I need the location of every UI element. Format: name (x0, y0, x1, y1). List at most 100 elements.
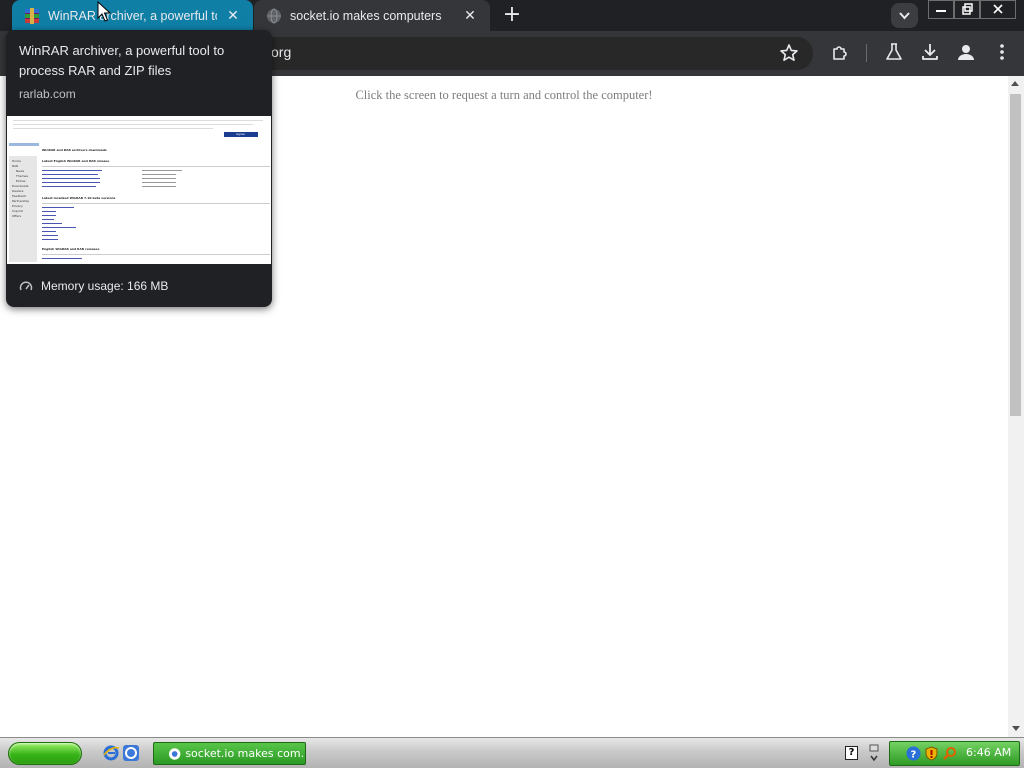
extensions-icon[interactable] (829, 41, 851, 63)
preview-line (142, 170, 182, 171)
preview-line (42, 174, 98, 175)
preview-nav-item: Extras (16, 179, 26, 183)
preview-nav-item: Imprint (12, 209, 23, 213)
preview-line (13, 120, 263, 121)
preview-line (42, 231, 56, 232)
profile-icon[interactable] (955, 41, 977, 63)
preview-line (42, 235, 58, 236)
preview-line (142, 186, 176, 187)
search-icon[interactable] (942, 746, 957, 761)
labs-flask-icon[interactable] (883, 41, 905, 63)
clock: 6:46 AM (966, 746, 1012, 759)
address-text: org (271, 44, 292, 60)
close-window-button[interactable] (980, 0, 1016, 19)
tab-winrar[interactable]: WinRAR archiver, a powerful tool to proc… (12, 0, 253, 31)
preview-line (42, 186, 96, 187)
preview-nav-item: Home (12, 159, 21, 163)
preview-line (42, 219, 54, 220)
hover-card-preview: Agree WinRAR and RAR archivers downloads… (7, 116, 271, 264)
preview-nav: Home RAR News Themes Extras Downloads De… (9, 156, 37, 262)
preview-nav-item: News (16, 169, 25, 173)
preview-line (142, 174, 176, 175)
tab-strip: WinRAR archiver, a powerful tool to proc… (0, 0, 1024, 31)
security-shield-icon[interactable] (924, 746, 939, 761)
preview-line (42, 215, 56, 216)
memory-usage: Memory usage: 166 MB (19, 278, 168, 294)
preview-agree-label: Agree (236, 132, 245, 136)
help-icon[interactable]: ? (845, 746, 858, 760)
scroll-thumb[interactable] (1010, 94, 1021, 416)
internet-explorer-icon[interactable] (102, 744, 120, 762)
preview-logo (9, 143, 39, 146)
hover-card-domain: rarlab.com (19, 87, 76, 101)
preview-line (42, 170, 102, 171)
new-tab-button[interactable]: + (500, 4, 524, 26)
preview-line (42, 227, 76, 228)
preview-nav-item: RAR (12, 164, 19, 168)
memory-usage-text: Memory usage: 166 MB (41, 279, 169, 293)
preview-nav-item: Themes (16, 174, 28, 178)
mouse-cursor-icon (97, 1, 112, 22)
help-center-icon[interactable]: ? (906, 746, 921, 761)
toolbar-divider (866, 44, 867, 62)
preview-line (42, 178, 100, 179)
tab-title: socket.io makes computers (290, 8, 442, 23)
preview-line (142, 182, 176, 183)
hover-card-title: WinRAR archiver, a powerful tool to proc… (19, 43, 225, 78)
network-icon[interactable] (867, 743, 881, 763)
preview-section-title: Latest English WinRAR and RAR release (42, 159, 110, 163)
page-scrollbar[interactable] (1008, 76, 1024, 737)
restore-button[interactable] (954, 0, 980, 19)
svg-text:?: ? (911, 750, 917, 761)
preview-nav-item: Dealers (12, 189, 24, 193)
preview-line (13, 128, 213, 129)
taskbar-button-label: socket.io makes com... (185, 747, 305, 760)
download-icon[interactable] (919, 41, 941, 63)
address-bar[interactable]: org (255, 37, 813, 70)
start-button[interactable] (8, 742, 82, 765)
taskbar-button-socketio[interactable]: socket.io makes com... (153, 742, 306, 765)
preview-agree-button: Agree (224, 132, 258, 137)
close-tab-icon[interactable]: ✕ (460, 6, 480, 26)
preview-line (13, 124, 253, 125)
system-tray: ? 6:46 AM (889, 741, 1020, 766)
preview-line (142, 178, 176, 179)
close-tab-icon[interactable]: ✕ (223, 6, 243, 26)
preview-section-title: Latest localized WinRAR 7.10 beta versio… (42, 196, 116, 200)
globe-icon (267, 8, 281, 23)
preview-line (42, 207, 74, 208)
preview-line (42, 182, 100, 183)
globe-icon (168, 747, 181, 760)
preview-line (42, 211, 56, 212)
preview-nav-item: Privacy (12, 204, 23, 208)
restore-icon (962, 3, 973, 15)
tab-title: WinRAR archiver, a powerful tool to proc… (48, 8, 217, 23)
preview-heading: WinRAR and RAR archivers downloads (42, 148, 107, 152)
preview-nav-item: Partnership (12, 199, 30, 203)
gauge-icon (19, 281, 33, 291)
preview-line (42, 239, 58, 240)
chevron-down-icon (899, 12, 910, 20)
preview-section-title: English WinRAR and RAR releases (42, 247, 100, 251)
preview-line (42, 254, 270, 255)
minimize-icon (936, 10, 946, 12)
tab-search-button[interactable] (891, 3, 918, 28)
close-icon (993, 4, 1003, 14)
scroll-up-arrow-icon[interactable] (1011, 81, 1019, 86)
tab-socketio[interactable]: socket.io makes computers ✕ (254, 0, 490, 31)
taskbar: socket.io makes com... ? ? 6:46 AM (0, 737, 1024, 768)
preview-nav-item: Offers (12, 214, 22, 218)
preview-line (42, 223, 62, 224)
preview-nav-item: Feedback (12, 194, 27, 198)
preview-line (42, 203, 270, 204)
minimize-button[interactable] (928, 0, 954, 19)
preview-line (42, 166, 270, 167)
bookmark-star-icon[interactable] (778, 42, 800, 64)
preview-line (42, 258, 82, 259)
tab-hover-card: WinRAR archiver, a powerful tool to proc… (6, 30, 272, 307)
winrar-icon (25, 7, 39, 24)
preview-nav-item: Downloads (12, 184, 29, 188)
browser-quicklaunch-icon[interactable] (122, 744, 140, 762)
scroll-down-arrow-icon[interactable] (1012, 726, 1020, 731)
more-menu-icon[interactable] (991, 41, 1013, 63)
